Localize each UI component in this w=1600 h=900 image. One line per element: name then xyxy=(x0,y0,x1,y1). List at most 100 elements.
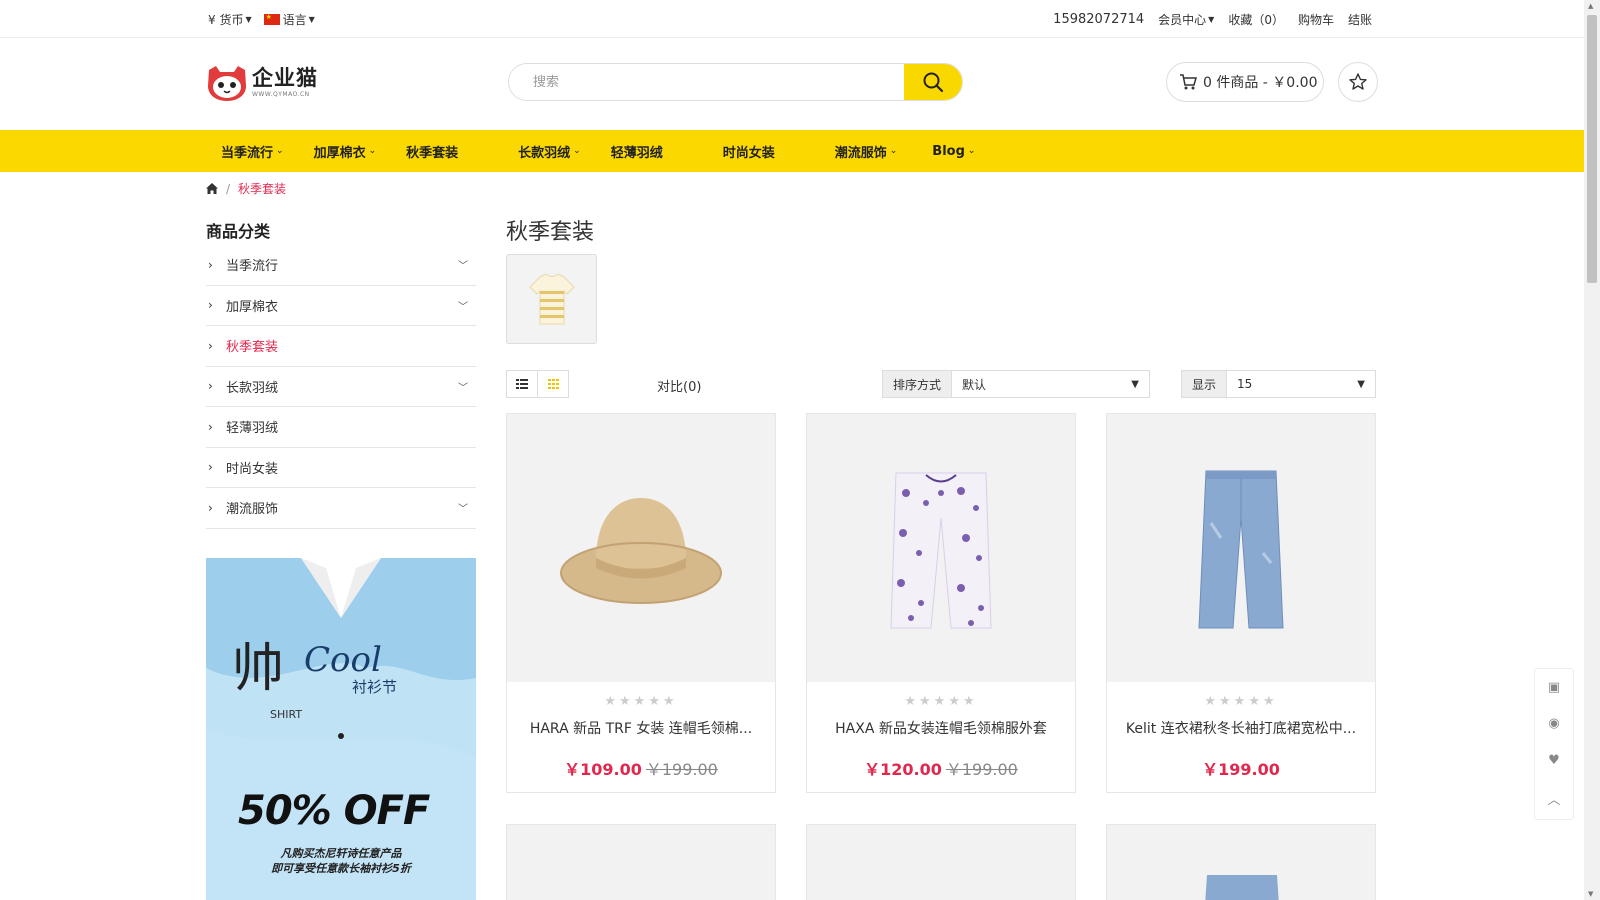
star-icon xyxy=(1349,73,1367,90)
scroll-thumb[interactable] xyxy=(1587,15,1597,283)
search-input[interactable] xyxy=(509,64,904,100)
category-label: 时尚女装 xyxy=(226,461,279,477)
chevron-down-icon[interactable]: ﹀ xyxy=(458,298,468,313)
language-selector[interactable]: 语言 ▼ xyxy=(263,11,315,28)
category-item-active[interactable]: › 秋季套装 xyxy=(206,326,476,367)
promo-banner[interactable]: 帅 Cool 衬衫节 SHIRT 50% OFF 凡购买杰尼轩诗任意产品 即可享… xyxy=(206,558,476,900)
original-price: ￥199.00 xyxy=(645,760,718,779)
chevron-down-icon[interactable]: ﹀ xyxy=(458,257,468,272)
cart-icon[interactable]: ▣ xyxy=(1548,680,1560,695)
nav-item-light-down[interactable]: 轻薄羽绒 xyxy=(596,142,708,161)
user-icon[interactable]: ◉ xyxy=(1548,716,1559,731)
product-image[interactable] xyxy=(507,414,775,682)
home-icon[interactable] xyxy=(206,183,218,194)
rating-stars: ★★★★★ xyxy=(604,694,678,709)
product-card[interactable]: ★★★★★ HARA 新品 TRF 女装 连帽毛领棉... ￥109.00 ￥19… xyxy=(506,413,776,793)
chevron-down-icon[interactable]: ﹀ xyxy=(458,379,468,394)
grid-view-button[interactable] xyxy=(537,370,569,398)
cart-link[interactable]: 购物车 xyxy=(1298,11,1334,28)
category-title: 商品分类 xyxy=(206,222,271,241)
category-item[interactable]: › 当季流行 ﹀ xyxy=(206,245,476,286)
chevron-right-icon: › xyxy=(208,257,213,272)
original-price: ￥199.00 xyxy=(945,760,1018,779)
cart-summary-button[interactable]: 0 件商品 - ￥0.00 xyxy=(1166,62,1324,102)
sale-price: ￥199.00 xyxy=(1202,760,1280,779)
search-button[interactable] xyxy=(904,64,962,100)
sort-value: 默认 xyxy=(962,377,987,392)
breadcrumb-separator: / xyxy=(226,181,231,196)
category-label: 轻薄羽绒 xyxy=(226,421,279,437)
category-item[interactable]: › 潮流服饰 ﹀ xyxy=(206,488,476,529)
product-card[interactable] xyxy=(506,824,776,900)
product-image[interactable] xyxy=(807,414,1075,682)
logo-text: 企业猫 xyxy=(252,66,318,90)
compare-link[interactable]: 对比(0) xyxy=(657,376,701,395)
banner-cn-sub: 衬衫节 xyxy=(352,678,398,696)
page-size-select[interactable]: 显示 15 ▼ xyxy=(1181,370,1376,398)
member-center-label: 会员中心 xyxy=(1158,13,1207,27)
scroll-up-icon[interactable]: ▲ xyxy=(1588,2,1593,10)
breadcrumb-current[interactable]: 秋季套装 xyxy=(238,180,286,197)
wishlist-button[interactable] xyxy=(1338,62,1378,102)
chevron-right-icon: › xyxy=(208,298,213,313)
subcategory-thumbnail[interactable] xyxy=(506,254,597,344)
nav-item-fashion-women[interactable]: 时尚女装 xyxy=(708,142,820,161)
nav-item-seasonal[interactable]: 当季流行 ⌄ xyxy=(206,142,299,161)
chevron-right-icon: › xyxy=(208,338,213,353)
product-card[interactable]: ★★★★★ Kelit 连衣裙秋冬长袖打底裙宽松中... ￥199.00 xyxy=(1106,413,1376,793)
chevron-down-icon: ⌄ xyxy=(573,146,581,156)
product-name[interactable]: Kelit 连衣裙秋冬长袖打底裙宽松中... xyxy=(1107,718,1375,738)
category-label: 加厚棉衣 xyxy=(226,299,279,315)
sort-label: 排序方式 xyxy=(883,371,953,397)
banner-shirt-label: SHIRT xyxy=(270,708,303,721)
jeans-image xyxy=(1205,875,1279,900)
chevron-down-icon: ⌄ xyxy=(889,146,898,156)
nav-item-long-down[interactable]: 长款羽绒 ⌄ xyxy=(503,142,596,161)
chevron-down-icon[interactable]: ﹀ xyxy=(458,500,468,515)
category-item[interactable]: › 时尚女装 xyxy=(206,448,476,488)
category-item[interactable]: › 长款羽绒 ﹀ xyxy=(206,367,476,407)
chevron-right-icon: › xyxy=(208,500,213,515)
heart-icon[interactable]: ♥ xyxy=(1548,753,1560,768)
tshirt-image xyxy=(528,273,575,325)
category-item[interactable]: › 加厚棉衣 ﹀ xyxy=(206,286,476,326)
list-view-button[interactable] xyxy=(506,370,538,398)
chevron-down-icon: ▼ xyxy=(1208,15,1215,24)
floral-pants-image xyxy=(890,472,992,629)
nav-label: 时尚女装 xyxy=(722,145,775,161)
nav-item-blog[interactable]: Blog ⌄ xyxy=(917,144,990,159)
product-name[interactable]: HAXA 新品女装连帽毛领棉服外套 xyxy=(807,718,1075,738)
currency-label: 货币 xyxy=(219,13,244,27)
search-icon xyxy=(923,72,944,93)
scroll-down-icon[interactable]: ▼ xyxy=(1588,890,1593,898)
site-logo[interactable]: 企业猫 WWW.QYMAO.CN xyxy=(206,62,326,104)
nav-label: 当季流行 xyxy=(221,145,274,161)
breadcrumb: / 秋季套装 xyxy=(206,180,286,197)
favorites-link[interactable]: 收藏（0） xyxy=(1228,11,1284,28)
show-label: 显示 xyxy=(1182,371,1228,397)
banner-cn-big: 帅 xyxy=(232,639,285,699)
product-price: ￥120.00 ￥199.00 xyxy=(807,756,1075,780)
floating-toolbar: ▣ ◉ ♥ ︿ xyxy=(1534,668,1574,820)
nav-item-padded-coats[interactable]: 加厚棉衣 ⌄ xyxy=(299,142,392,161)
nav-item-trendy[interactable]: 潮流服饰 ⌄ xyxy=(820,142,918,161)
category-item[interactable]: › 轻薄羽绒 xyxy=(206,407,476,448)
banner-cool-text: Cool xyxy=(304,640,382,680)
nav-label: 秋季套装 xyxy=(406,145,459,161)
chevron-down-icon: ▼ xyxy=(1131,378,1139,390)
page-scrollbar[interactable]: ▲ ▼ xyxy=(1584,0,1600,900)
member-center-link[interactable]: 会员中心 ▼ xyxy=(1158,11,1214,28)
back-to-top-icon[interactable]: ︿ xyxy=(1547,789,1560,808)
checkout-link[interactable]: 结账 xyxy=(1348,11,1372,28)
nav-item-autumn-sets[interactable]: 秋季套装 xyxy=(391,142,503,161)
product-image[interactable] xyxy=(1107,414,1375,682)
product-card[interactable] xyxy=(806,824,1076,900)
category-label: 秋季套装 xyxy=(226,340,279,356)
sort-select[interactable]: 排序方式 默认 ▼ xyxy=(882,370,1150,398)
product-card[interactable]: ★★★★★ HAXA 新品女装连帽毛领棉服外套 ￥120.00 ￥199.00 xyxy=(806,413,1076,793)
product-card[interactable] xyxy=(1106,824,1376,900)
logo-url: WWW.QYMAO.CN xyxy=(252,91,310,98)
product-name[interactable]: HARA 新品 TRF 女装 连帽毛领棉... xyxy=(507,718,775,738)
chevron-right-icon: › xyxy=(208,419,213,434)
currency-selector[interactable]: ¥ 货币 ▼ xyxy=(208,11,252,28)
